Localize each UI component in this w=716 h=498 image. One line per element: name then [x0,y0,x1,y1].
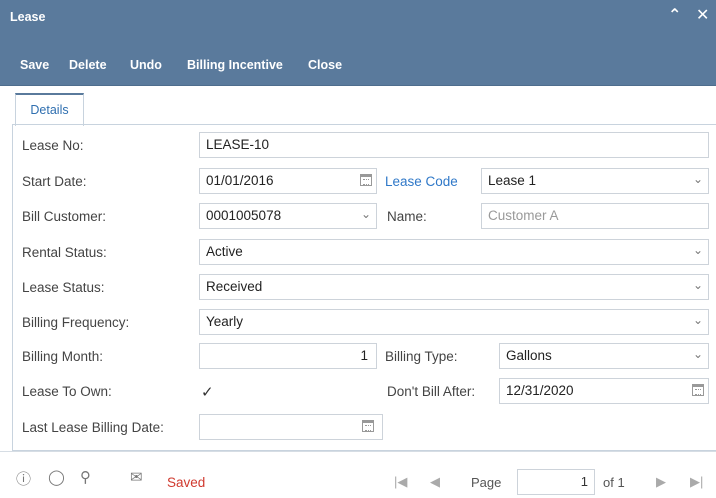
calendar-icon[interactable] [360,174,372,186]
toolbar: Save Delete Undo Billing Incentive Close [0,36,716,86]
billing-month-field[interactable]: 1 [199,343,377,369]
billing-type-label: Billing Type: [385,349,458,364]
last-lease-billing-date-field[interactable] [199,414,383,440]
bill-customer-value: 0001005078 [206,208,282,223]
lease-status-label: Lease Status: [22,280,105,295]
lease-code-link[interactable]: Lease Code [385,174,458,189]
lease-code-select[interactable]: Lease 1 ⌄ [481,168,709,194]
start-date-field[interactable]: 01/01/2016 [199,168,377,194]
lease-no-field[interactable]: LEASE-10 [199,132,709,158]
lease-to-own-label: Lease To Own: [22,384,112,399]
save-button[interactable]: Save [20,58,49,72]
page-count: of 1 [603,475,625,490]
status-saved: Saved [167,475,206,490]
lease-to-own-checkbox[interactable]: ✓ [201,383,214,401]
bill-customer-label: Bill Customer: [22,209,107,224]
last-lease-billing-date-label: Last Lease Billing Date: [22,420,164,435]
lease-no-label: Lease No: [22,138,84,153]
page-label: Page [471,475,502,490]
title-bar: Lease ⌃ ✕ [0,0,716,36]
start-date-label: Start Date: [22,174,87,189]
chevron-down-icon[interactable]: ⌄ [693,243,703,257]
rental-status-select[interactable]: Active ⌄ [199,239,709,265]
page-input[interactable]: 1 [517,469,595,495]
tab-strip: Details [0,86,716,126]
next-page-icon[interactable]: ▶ [656,474,666,490]
rental-status-label: Rental Status: [22,245,107,260]
billing-incentive-button[interactable]: Billing Incentive [187,58,283,72]
close-icon[interactable]: ✕ [696,5,709,25]
dont-bill-after-field[interactable]: 12/31/2020 [499,378,709,404]
lease-status-select[interactable]: Received ⌄ [199,274,709,300]
lightbulb-icon[interactable]: ⚲ [80,468,91,486]
collapse-icon[interactable]: ⌃ [668,5,681,25]
dont-bill-after-label: Don't Bill After: [387,384,476,399]
billing-frequency-select[interactable]: Yearly ⌄ [199,309,709,335]
chevron-down-icon[interactable]: ⌄ [693,172,703,186]
bill-customer-select[interactable]: 0001005078 ⌄ [199,203,377,229]
prev-page-icon[interactable]: ◀ [430,474,440,490]
tab-details[interactable]: Details [15,93,84,126]
billing-frequency-label: Billing Frequency: [22,315,130,330]
dont-bill-after-value: 12/31/2020 [506,383,574,398]
help-icon[interactable]: ⓘ [16,468,31,489]
lease-code-value: Lease 1 [488,173,537,188]
billing-type-value: Gallons [506,348,552,363]
name-label: Name: [387,209,427,224]
chevron-down-icon[interactable]: ⌄ [693,313,703,327]
undo-button[interactable]: Undo [130,58,162,72]
start-date-value: 01/01/2016 [206,173,274,188]
close-button[interactable]: Close [308,58,342,72]
calendar-icon[interactable] [692,384,704,396]
first-page-icon[interactable]: |◀ [394,474,407,490]
chevron-down-icon[interactable]: ⌄ [693,347,703,361]
window-title: Lease [10,10,46,24]
billing-type-select[interactable]: Gallons ⌄ [499,343,709,369]
calendar-icon[interactable] [362,420,374,432]
billing-month-label: Billing Month: [22,349,104,364]
status-bar: ⓘ ◯ ⚲ ✉ Saved |◀ ◀ Page 1 of 1 ▶ ▶| [0,451,716,498]
last-page-icon[interactable]: ▶| [690,474,703,490]
mail-icon[interactable]: ✉ [130,468,143,486]
rental-status-value: Active [206,244,243,259]
name-field[interactable]: Customer A [481,203,709,229]
lease-status-value: Received [206,279,263,294]
delete-button[interactable]: Delete [69,58,107,72]
support-icon[interactable]: ◯ [48,468,65,486]
billing-frequency-value: Yearly [206,314,244,329]
chevron-down-icon[interactable]: ⌄ [361,207,371,221]
chevron-down-icon[interactable]: ⌄ [693,278,703,292]
